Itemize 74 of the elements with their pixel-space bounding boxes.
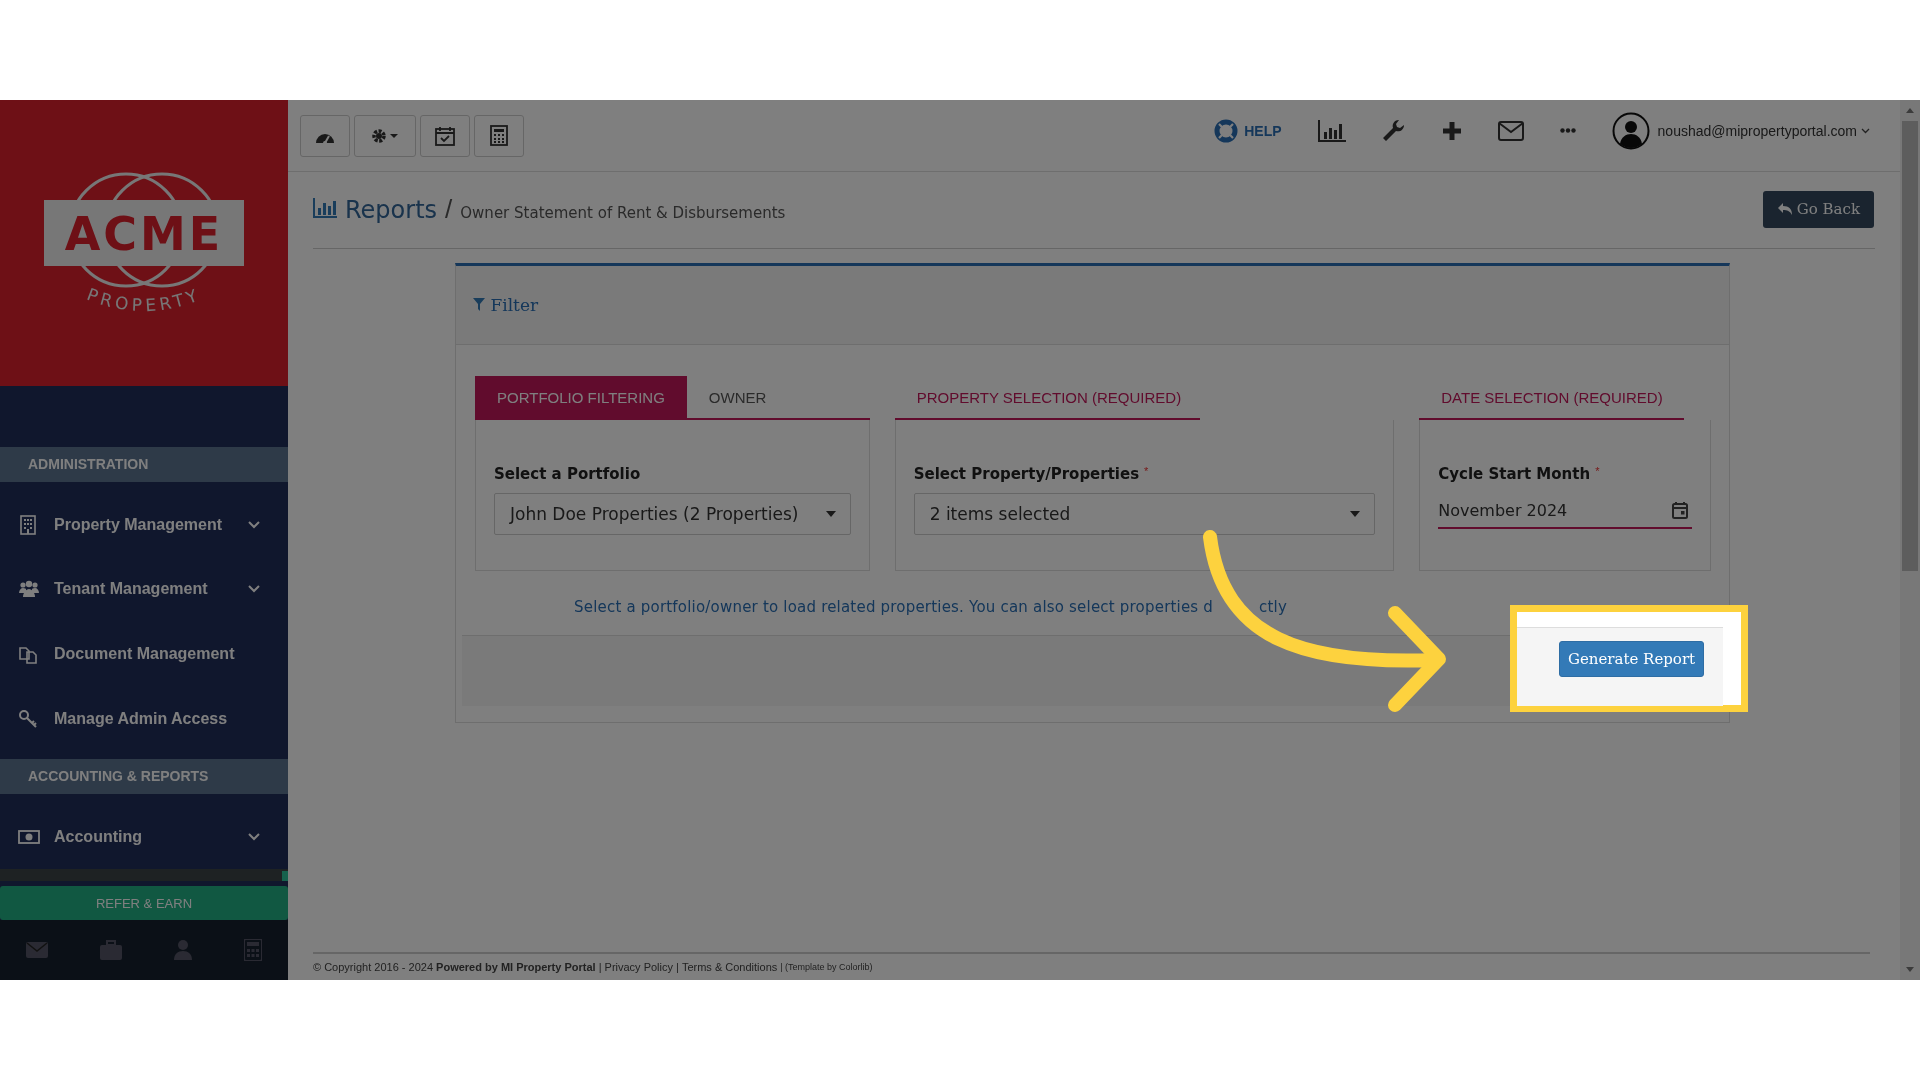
wrench-icon[interactable] (1381, 118, 1406, 143)
date-value: November 2024 (1438, 500, 1568, 520)
footer-link[interactable]: Privacy Policy (604, 961, 673, 973)
field-label: Cycle Start Month (1438, 465, 1591, 483)
bar-chart-icon[interactable] (1317, 119, 1346, 142)
nav-label: Tenant Management (54, 580, 209, 599)
plus-icon[interactable] (1441, 120, 1462, 141)
reply-arrow-icon (1776, 202, 1793, 216)
date-field[interactable]: November 2024 (1438, 493, 1692, 529)
user-menu[interactable]: noushad@mipropertyportal.com (1657, 122, 1870, 139)
filter-heading: Filter (473, 295, 539, 315)
bar-chart-icon (313, 197, 337, 218)
calendar-check-icon (435, 125, 455, 146)
lifebuoy-icon (1214, 118, 1239, 143)
footer-link[interactable]: Terms & Conditions (681, 961, 778, 973)
tab[interactable]: OWNER (686, 376, 789, 418)
caret-icon (825, 511, 836, 517)
page-title: Reports (345, 195, 438, 224)
toolbar-button[interactable] (354, 114, 416, 157)
mail-icon[interactable] (1497, 120, 1524, 141)
footer-text: © Copyright 2016 - 2024 Powered by MI Property Portal | (313, 961, 602, 973)
caret-icon (1861, 127, 1870, 134)
section-heading: ADMINISTRATION (0, 447, 288, 483)
section-heading: DATE SELECTION (REQUIRED) (1440, 388, 1663, 408)
nav-item[interactable]: Property Management (0, 492, 288, 557)
go-back-button[interactable]: Go Back (1762, 190, 1874, 228)
section-heading: PROPERTY SELECTION (REQUIRED) (915, 388, 1182, 408)
nav-item[interactable]: Accounting (0, 804, 288, 870)
scrollbar[interactable] (1900, 100, 1920, 980)
help-link[interactable]: HELP (1214, 118, 1282, 143)
nav-item[interactable]: Manage Admin Access (0, 686, 288, 752)
toolbar-button[interactable] (300, 114, 350, 157)
breadcrumb-separator: / (445, 193, 453, 225)
required-mark: * (1595, 465, 1600, 477)
nav-label: Property Management (54, 515, 224, 534)
avatar-icon[interactable] (1611, 111, 1650, 150)
logo-text: ACME (64, 207, 224, 262)
caret-icon (1350, 511, 1361, 517)
hint-text: Select a portfolio/owner to load related properties. You can also select properties d (574, 598, 1214, 616)
hint-text: ctly (1259, 598, 1288, 616)
footer-note: | (Template by Colorlib) (780, 962, 873, 972)
chevron-icon (248, 520, 260, 529)
select-field[interactable]: John Doe Properties (2 Properties) (494, 493, 851, 535)
sidebar-scrollbar[interactable] (0, 869, 288, 882)
select-value: 2 items selected (929, 504, 1071, 524)
select-field[interactable]: 2 items selected (913, 493, 1376, 535)
field-label: Select a Portfolio (494, 465, 641, 483)
toolbar-button[interactable] (420, 114, 470, 157)
users-icon (18, 579, 40, 600)
generate-report-button[interactable]: Generate Report (1559, 641, 1704, 677)
calculator-icon (490, 125, 508, 146)
select-value: John Doe Properties (2 Properties) (510, 504, 799, 524)
nav-item[interactable]: Document Management (0, 621, 288, 687)
nav-label: Accounting (54, 827, 143, 846)
more-icon[interactable] (1559, 128, 1576, 133)
calendar-icon (1672, 501, 1688, 519)
field-label: Select Property/Properties (913, 465, 1140, 483)
tab[interactable]: PORTFOLIO FILTERING (475, 376, 687, 418)
scroll-thumb[interactable] (282, 871, 288, 882)
section-heading: ACCOUNTING & REPORTS (0, 759, 288, 795)
documents-icon (18, 644, 40, 665)
key-icon (18, 709, 40, 729)
breadcrumb-current: Owner Statement of Rent & Disbursements (460, 203, 786, 222)
nav-label: Document Management (54, 645, 236, 664)
footer-text: | (676, 961, 679, 973)
required-mark: * (1144, 465, 1149, 477)
chevron-icon (248, 832, 260, 841)
nav-item[interactable]: Tenant Management (0, 556, 288, 622)
settings-icon (370, 126, 400, 145)
filter-icon (473, 298, 485, 311)
logo-tagline: PROPERTY (84, 284, 204, 316)
toolbar-button[interactable] (474, 114, 524, 157)
nav-label: Manage Admin Access (54, 710, 229, 728)
chevron-icon (248, 585, 260, 594)
